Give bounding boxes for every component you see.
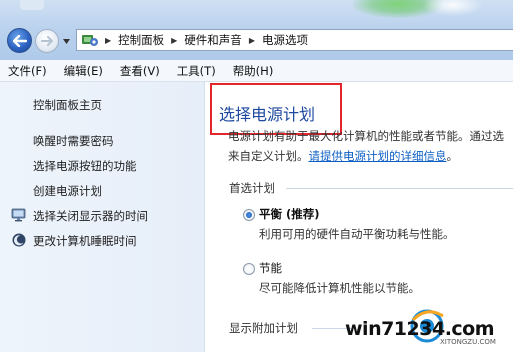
- chevron-down-icon: [62, 38, 70, 44]
- arrow-left-icon: [12, 34, 27, 47]
- address-bar[interactable]: ▶ 控制面板 ▶ 硬件和声音 ▶ 电源选项: [76, 29, 513, 51]
- menu-edit[interactable]: 编辑(E): [64, 63, 103, 79]
- recent-pages-dropdown[interactable]: [62, 37, 70, 45]
- breadcrumb-separator-icon: ▶: [248, 35, 255, 45]
- section-divider: [286, 188, 513, 189]
- description-line-1: 电源计划有助于最大化计算机的性能或者节能。通过选: [228, 129, 504, 143]
- power-button-function-link[interactable]: 选择电源按钮的功能: [33, 158, 137, 174]
- watermark-subtext: XITONGZU.COM: [440, 338, 496, 346]
- description-suffix: 。: [446, 149, 459, 163]
- menu-file[interactable]: 文件(F): [8, 63, 47, 79]
- show-additional-plans-toggle[interactable]: 显示附加计划: [229, 320, 298, 336]
- display-off-time-link[interactable]: 选择关闭显示器的时间: [33, 208, 148, 224]
- forward-button[interactable]: [35, 29, 59, 53]
- breadcrumb-separator-icon: ▶: [105, 35, 112, 45]
- watermark-text: win71234.com: [345, 318, 495, 340]
- menu-bar: 文件(F) 编辑(E) 查看(V) 工具(T) 帮助(H): [0, 60, 513, 82]
- page-title: 选择电源计划: [219, 105, 316, 124]
- description-line-2: 来自定义计划。请提供电源计划的详细信息。: [228, 148, 458, 164]
- menu-tools[interactable]: 工具(T): [177, 63, 216, 79]
- control-panel-icon: [81, 32, 99, 48]
- breadcrumb-hardware-sound[interactable]: 硬件和声音: [184, 32, 242, 48]
- power-saver-plan-name[interactable]: 节能: [259, 260, 282, 276]
- control-panel-home-link[interactable]: 控制面板主页: [33, 97, 102, 113]
- power-saver-plan-description: 尽可能降低计算机性能以节能。: [259, 281, 420, 295]
- arrow-right-icon: [41, 36, 53, 46]
- back-button[interactable]: [7, 28, 32, 53]
- preferred-plans-label: 首选计划: [229, 181, 275, 195]
- plan-details-link[interactable]: 请提供电源计划的详细信息: [309, 149, 447, 163]
- description-prefix: 来自定义计划。: [228, 149, 309, 163]
- balanced-plan-description: 利用可用的硬件自动平衡功耗与性能。: [259, 227, 455, 241]
- breadcrumb-separator-icon: ▶: [171, 35, 178, 45]
- create-power-plan-link[interactable]: 创建电源计划: [33, 183, 102, 199]
- menu-view[interactable]: 查看(V): [120, 63, 160, 79]
- wake-password-link[interactable]: 唤醒时需要密码: [33, 133, 114, 149]
- breadcrumb-control-panel[interactable]: 控制面板: [118, 32, 164, 48]
- balanced-plan-name[interactable]: 平衡 (推荐): [259, 206, 320, 222]
- menu-help[interactable]: 帮助(H): [233, 63, 274, 79]
- balanced-plan-radio[interactable]: [243, 209, 255, 221]
- display-icon: [11, 207, 27, 223]
- window-tab-stub: [20, 0, 44, 10]
- sleep-moon-icon: [11, 232, 27, 248]
- task-pane: 控制面板主页 唤醒时需要密码 选择电源按钮的功能 创建电源计划 选择关闭显示器的…: [0, 82, 205, 352]
- decorative-highlight: [423, 0, 483, 16]
- power-saver-plan-radio[interactable]: [243, 263, 255, 275]
- breadcrumb-power-options[interactable]: 电源选项: [262, 32, 308, 48]
- sleep-time-link[interactable]: 更改计算机睡眠时间: [33, 233, 137, 249]
- navigation-bar: ▶ 控制面板 ▶ 硬件和声音 ▶ 电源选项: [0, 0, 513, 60]
